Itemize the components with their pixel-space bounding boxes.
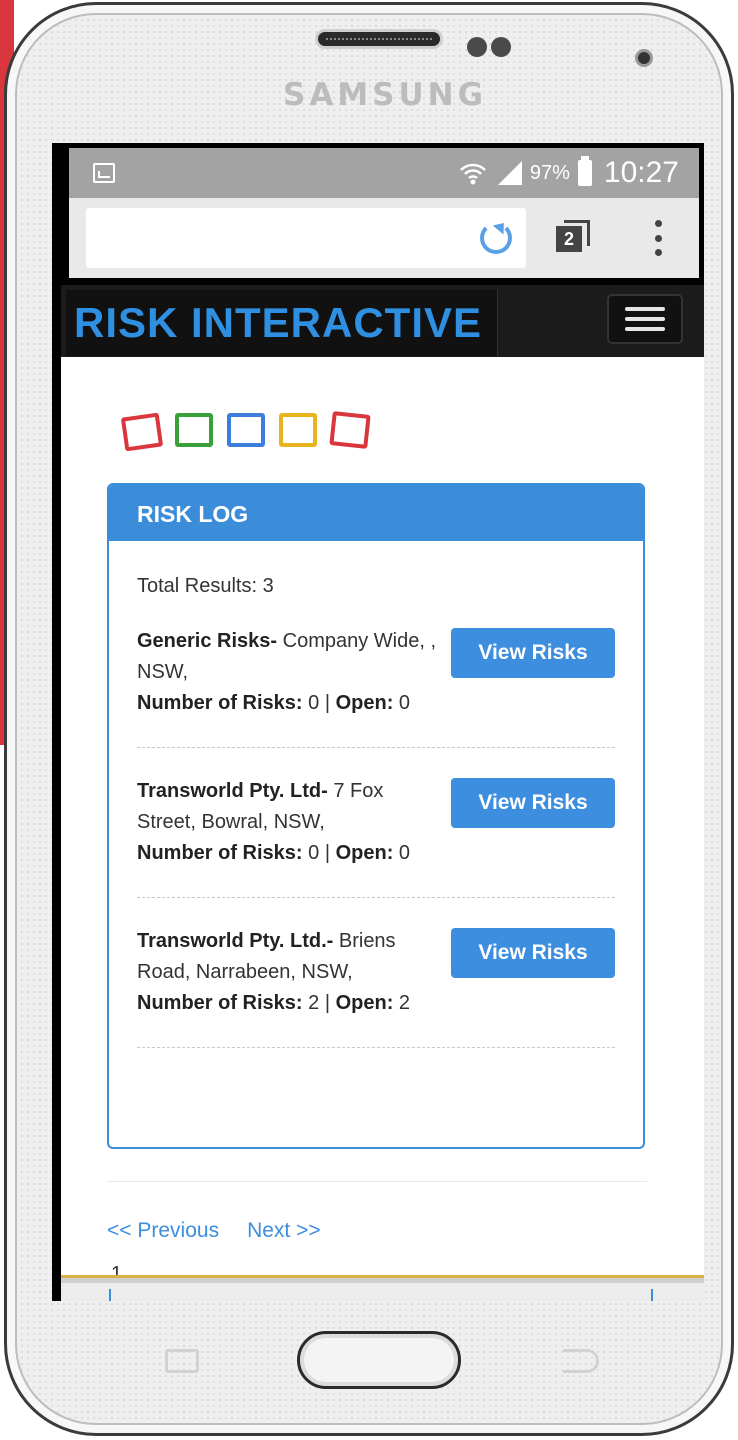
battery-icon xyxy=(577,156,592,186)
next-page-link[interactable]: Next >> xyxy=(247,1219,321,1242)
previous-page-link[interactable]: << Previous xyxy=(107,1219,219,1242)
battery-percent: 97% xyxy=(529,161,570,184)
address-bar[interactable] xyxy=(86,208,526,268)
recent-apps-key-icon[interactable] xyxy=(165,1349,199,1373)
square-red-icon xyxy=(120,412,164,452)
overflow-menu-icon[interactable] xyxy=(655,220,663,256)
phone-frame: SAMSUNG 97% 10:27 2 RISK INTERACTIVE RIS… xyxy=(4,2,734,1436)
status-time: 10:27 xyxy=(603,156,679,189)
risk-item: Transworld Pty. Ltd.- Briens Road, Narra… xyxy=(137,926,615,1048)
hamburger-menu-button[interactable] xyxy=(607,294,683,344)
risk-item-name: Transworld Pty. Ltd- xyxy=(137,780,328,802)
home-button[interactable] xyxy=(297,1331,461,1389)
earpiece-speaker xyxy=(315,29,443,49)
open-count-value: 0 xyxy=(393,692,411,714)
light-sensor xyxy=(491,37,511,57)
risk-log-panel: RISK LOG Total Results: 3 Generic Risks-… xyxy=(107,483,645,1149)
risk-item-details: Transworld Pty. Ltd.- Briens Road, Narra… xyxy=(137,926,437,1019)
status-bar: 97% 10:27 xyxy=(69,148,699,198)
reload-icon[interactable] xyxy=(480,222,512,254)
view-risks-button[interactable]: View Risks xyxy=(451,628,615,678)
square-blue-icon xyxy=(227,413,265,447)
phone-screen: 97% 10:27 2 RISK INTERACTIVE RISK LOG To… xyxy=(52,143,704,1301)
site-navbar: RISK INTERACTIVE xyxy=(61,285,704,357)
site-logo[interactable]: RISK INTERACTIVE xyxy=(66,290,498,356)
risk-count-value: 0 | xyxy=(302,692,336,714)
open-count-label: Open: xyxy=(335,992,394,1014)
open-count-label: Open: xyxy=(335,842,394,864)
page-bottom-edge xyxy=(61,1275,704,1301)
view-risks-button[interactable]: View Risks xyxy=(451,778,615,828)
square-yellow-icon xyxy=(279,413,317,447)
open-count-label: Open: xyxy=(335,692,394,714)
proximity-sensor xyxy=(467,37,487,57)
tab-count: 2 xyxy=(556,226,582,252)
square-green-icon xyxy=(175,413,213,447)
site-logo-text: RISK INTERACTIVE xyxy=(74,299,483,346)
front-camera xyxy=(635,49,653,67)
square-red-icon xyxy=(329,411,371,449)
browser-toolbar: 2 xyxy=(69,198,699,278)
panel-title: RISK LOG xyxy=(109,485,643,541)
divider xyxy=(107,1181,647,1182)
status-indicators: 97% 10:27 xyxy=(458,148,679,198)
pagination: << Previous Next >> xyxy=(107,1219,349,1243)
wifi-icon xyxy=(460,163,486,185)
signal-strength-icon xyxy=(496,161,522,185)
risk-count-label: Number of Risks: xyxy=(137,692,303,714)
open-count-value: 0 xyxy=(393,842,411,864)
tab-switcher-icon[interactable]: 2 xyxy=(556,220,590,254)
risk-item-name: Transworld Pty. Ltd.- xyxy=(137,930,334,952)
web-page: RISK INTERACTIVE RISK LOG Total Results:… xyxy=(61,285,704,1301)
open-count-value: 2 xyxy=(393,992,411,1014)
risk-item-name: Generic Risks- xyxy=(137,630,278,652)
risk-item: Generic Risks- Company Wide, , NSW, Numb… xyxy=(137,626,615,748)
total-results: Total Results: 3 xyxy=(137,575,274,597)
panel-body: Total Results: 3 Generic Risks- Company … xyxy=(109,575,643,1048)
risk-count-value: 2 | xyxy=(302,992,336,1014)
risk-item-details: Generic Risks- Company Wide, , NSW, Numb… xyxy=(137,626,437,719)
risk-count-label: Number of Risks: xyxy=(137,992,303,1014)
back-key-icon[interactable] xyxy=(563,1349,599,1373)
risk-item-details: Transworld Pty. Ltd- 7 Fox Street, Bowra… xyxy=(137,776,437,869)
view-risks-button[interactable]: View Risks xyxy=(451,928,615,978)
image-notification-icon xyxy=(93,163,115,183)
risk-count-value: 0 | xyxy=(302,842,336,864)
risk-item: Transworld Pty. Ltd- 7 Fox Street, Bowra… xyxy=(137,776,615,898)
device-brand: SAMSUNG xyxy=(283,77,488,113)
risk-count-label: Number of Risks: xyxy=(137,842,303,864)
